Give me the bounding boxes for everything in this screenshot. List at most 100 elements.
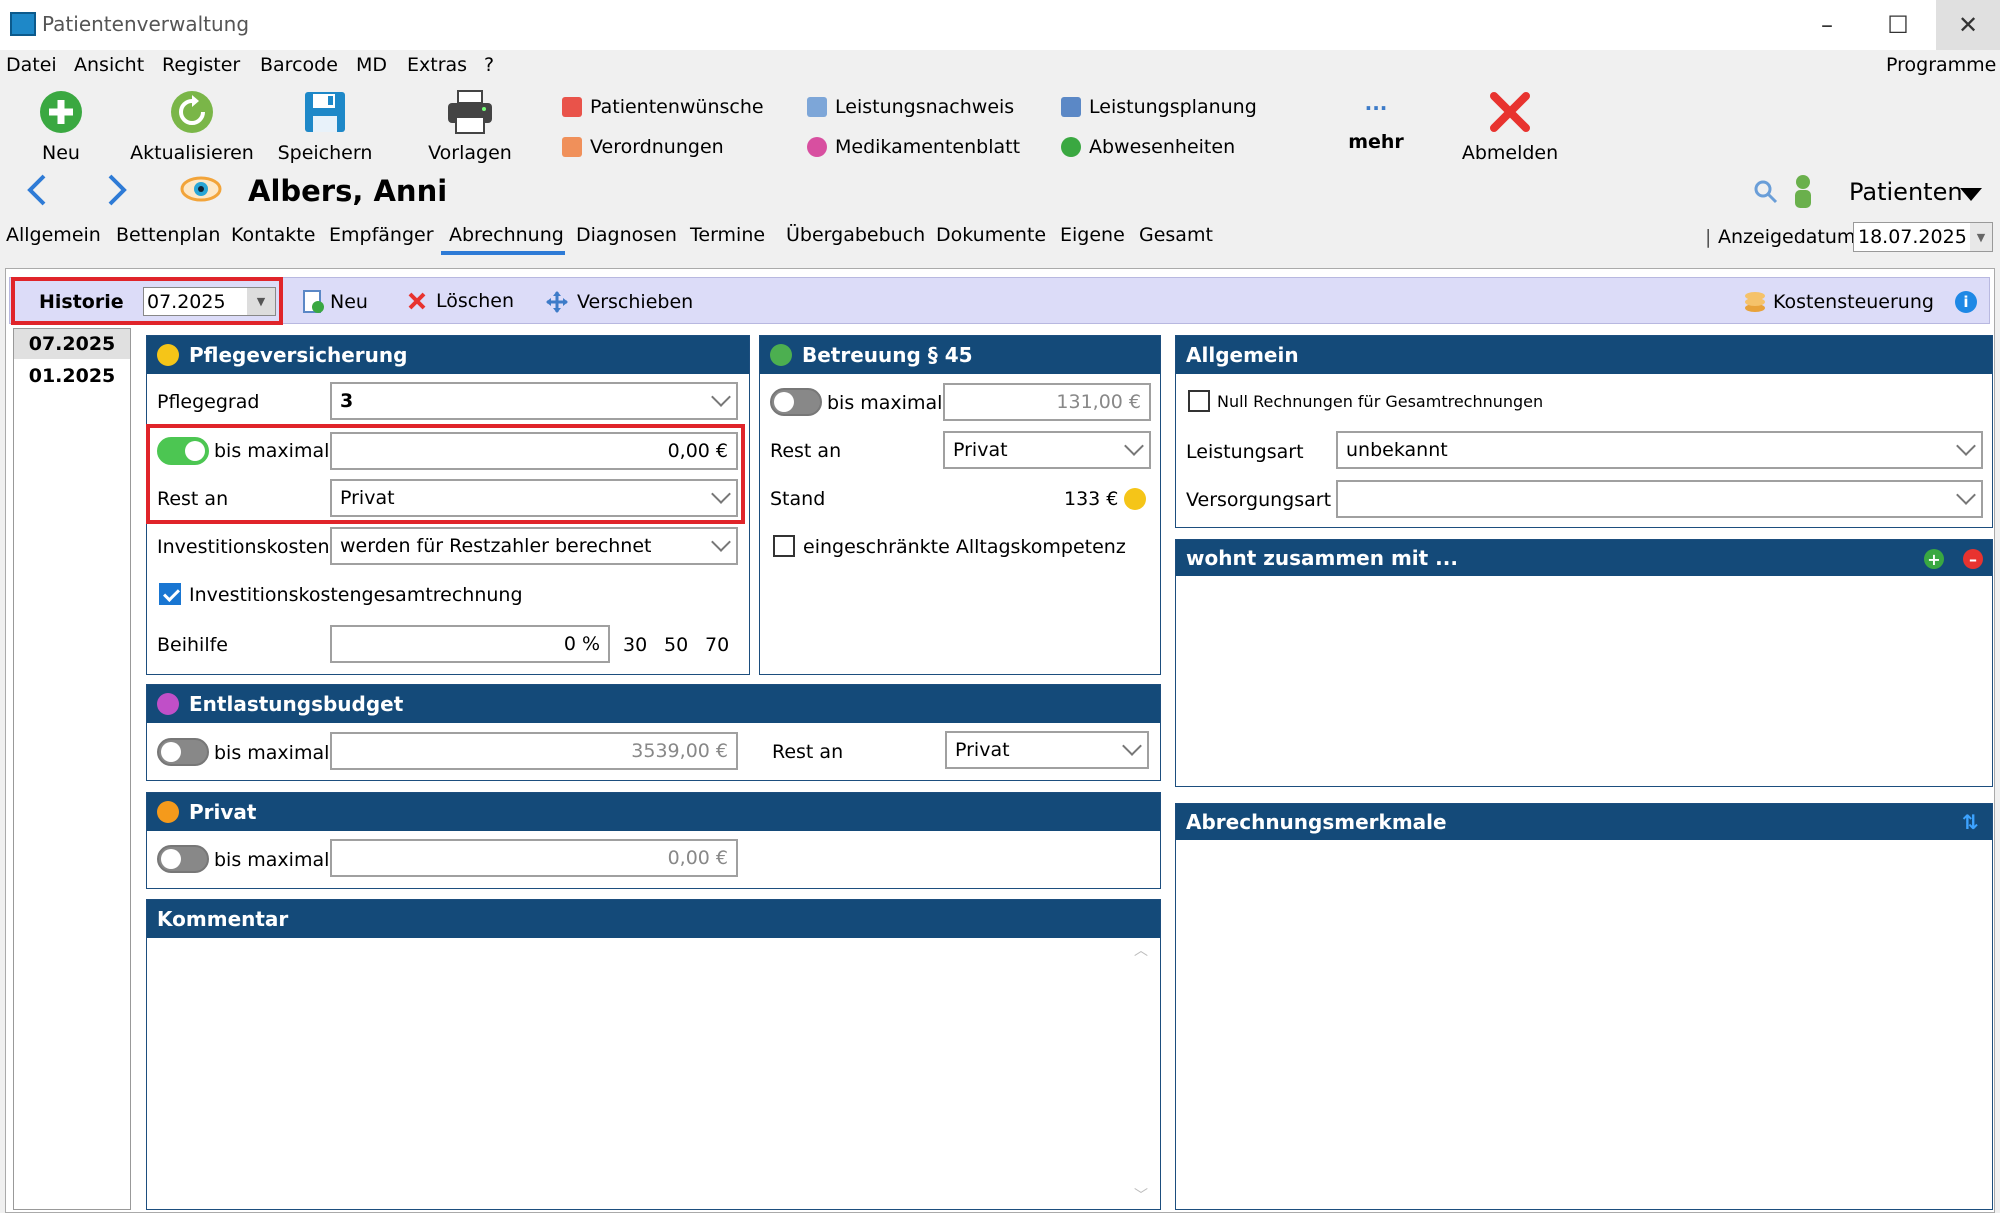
- null-invoices-checkbox[interactable]: [1188, 390, 1210, 412]
- service-planning-button[interactable]: Leistungsplanung: [1061, 96, 1257, 118]
- prescription-icon: [562, 137, 582, 157]
- patients-selector[interactable]: Patienten: [1849, 178, 1963, 206]
- history-dropdown-arrow-icon[interactable]: ▼: [247, 288, 275, 315]
- tab-eigene[interactable]: Eigene: [1060, 224, 1125, 246]
- entlastung-rest-value: Privat: [955, 739, 1010, 761]
- betreuung-max-toggle[interactable]: [770, 388, 822, 416]
- more-dots-icon[interactable]: ···: [1346, 96, 1406, 120]
- caret-down-icon[interactable]: [1960, 185, 1982, 207]
- logout-button[interactable]: Abmelden: [1460, 88, 1560, 164]
- tab-dokumente[interactable]: Dokumente: [936, 224, 1046, 246]
- tab-bettenplan[interactable]: Bettenplan: [116, 224, 220, 246]
- service-record-button[interactable]: Leistungsnachweis: [807, 96, 1014, 118]
- history-move-button[interactable]: Verschieben: [545, 290, 693, 314]
- pflege-title: Pflegeversicherung: [189, 343, 408, 367]
- forward-arrow-icon[interactable]: [104, 172, 132, 213]
- patient-wishes-label: Patientenwünsche: [590, 96, 764, 118]
- betreuung-max-input[interactable]: 131,00 €: [943, 383, 1151, 421]
- privat-max-toggle[interactable]: [157, 845, 209, 873]
- new-button[interactable]: Neu: [20, 88, 102, 164]
- absences-label: Abwesenheiten: [1089, 136, 1236, 158]
- remove-icon[interactable]: –: [1963, 549, 1983, 569]
- refresh-button[interactable]: Aktualisieren: [130, 88, 254, 164]
- privat-max-input[interactable]: 0,00 €: [330, 839, 738, 877]
- more-button[interactable]: mehr: [1346, 131, 1406, 153]
- maximize-button[interactable]: ☐: [1866, 0, 1930, 50]
- service-planning-label: Leistungsplanung: [1089, 96, 1257, 118]
- grid-icon: [807, 97, 827, 117]
- sort-arrows-icon[interactable]: ⇅: [1962, 810, 1979, 834]
- info-icon[interactable]: i: [1955, 291, 1977, 313]
- absences-button[interactable]: Abwesenheiten: [1061, 136, 1235, 158]
- entlastung-rest-select[interactable]: Privat: [945, 731, 1149, 769]
- tab-kontakte[interactable]: Kontakte: [231, 224, 315, 246]
- privat-max-label: bis maximal: [214, 849, 330, 871]
- limited-competence-checkbox[interactable]: [773, 535, 795, 557]
- menu-help[interactable]: ?: [484, 54, 494, 76]
- menu-md[interactable]: MD: [356, 54, 387, 76]
- menu-extras[interactable]: Extras: [407, 54, 467, 76]
- floppy-disk-icon: [301, 88, 349, 136]
- medication-sheet-button[interactable]: Medikamentenblatt: [807, 136, 1020, 158]
- history-new-button[interactable]: Neu: [302, 290, 368, 314]
- add-icon[interactable]: +: [1924, 549, 1944, 569]
- history-list-item[interactable]: 01.2025: [14, 361, 130, 391]
- betreuung-rest-select[interactable]: Privat: [943, 431, 1151, 469]
- menu-register[interactable]: Register: [162, 54, 240, 76]
- entlastung-max-toggle[interactable]: [157, 738, 209, 766]
- aid-preset-70[interactable]: 70: [705, 634, 729, 656]
- refresh-button-label: Aktualisieren: [130, 142, 254, 164]
- care-type-select[interactable]: [1336, 480, 1983, 518]
- history-select[interactable]: 07.2025 ▼: [143, 287, 276, 316]
- search-icon[interactable]: [1754, 180, 1778, 209]
- tab-gesamt[interactable]: Gesamt: [1139, 224, 1213, 246]
- service-record-label: Leistungsnachweis: [835, 96, 1015, 118]
- invest-value: werden für Restzahler berechnet: [340, 535, 652, 557]
- tab-empfaenger[interactable]: Empfänger: [329, 224, 434, 246]
- prescriptions-button[interactable]: Verordnungen: [562, 136, 724, 158]
- templates-button[interactable]: Vorlagen: [420, 88, 520, 164]
- service-type-select[interactable]: unbekannt: [1336, 431, 1983, 469]
- stand-value: 133 €: [1064, 488, 1119, 510]
- close-window-button[interactable]: ✕: [1936, 0, 2000, 50]
- entlastung-max-input[interactable]: 3539,00 €: [330, 732, 738, 770]
- comment-textarea[interactable]: [148, 938, 1159, 1208]
- save-button[interactable]: Speichern: [275, 88, 375, 164]
- menu-barcode[interactable]: Barcode: [260, 54, 338, 76]
- aid-input[interactable]: 0 %: [330, 625, 610, 663]
- back-arrow-icon[interactable]: [22, 172, 50, 213]
- pflegegrad-value: 3: [340, 390, 354, 412]
- history-new-label: Neu: [330, 291, 368, 313]
- aid-preset-50[interactable]: 50: [664, 634, 688, 656]
- minimize-button[interactable]: –: [1795, 0, 1859, 50]
- pill-icon: [807, 137, 827, 157]
- cost-control-button[interactable]: Kostensteuerung: [1743, 290, 1934, 314]
- date-dropdown-arrow-icon[interactable]: ▼: [1970, 223, 1992, 251]
- tab-diagnosen[interactable]: Diagnosen: [576, 224, 677, 246]
- cost-control-label: Kostensteuerung: [1773, 291, 1934, 313]
- invest-select[interactable]: werden für Restzahler berechnet: [330, 527, 738, 565]
- scroll-down-icon[interactable]: ﹀: [1134, 1185, 1148, 1205]
- history-delete-button[interactable]: Löschen: [406, 290, 514, 312]
- patient-wishes-button[interactable]: Patientenwünsche: [562, 96, 764, 118]
- scroll-up-icon[interactable]: ︿: [1134, 940, 1148, 960]
- active-tab-indicator: [441, 251, 565, 255]
- pflegegrad-select[interactable]: 3: [330, 382, 738, 420]
- tab-uebergabebuch[interactable]: Übergabebuch: [786, 224, 925, 246]
- tab-termine[interactable]: Termine: [690, 224, 765, 246]
- tab-abrechnung[interactable]: Abrechnung: [449, 224, 564, 246]
- display-date-field[interactable]: 18.07.2025 ▼: [1853, 222, 1993, 252]
- aid-preset-30[interactable]: 30: [623, 634, 647, 656]
- edit-pencil-icon[interactable]: [1124, 488, 1146, 510]
- tab-allgemein[interactable]: Allgemein: [6, 224, 101, 246]
- menu-ansicht[interactable]: Ansicht: [74, 54, 144, 76]
- invest-total-checkbox[interactable]: [159, 583, 181, 605]
- display-date-label: Anzeigedatum: [1718, 226, 1856, 248]
- menu-datei[interactable]: Datei: [6, 54, 57, 76]
- separator: |: [1705, 226, 1712, 248]
- person-icon[interactable]: [1792, 174, 1814, 213]
- history-list-item[interactable]: 07.2025: [14, 329, 130, 359]
- eye-icon[interactable]: [180, 172, 222, 211]
- privat-title: Privat: [189, 800, 257, 824]
- menu-programs[interactable]: Programme: [1886, 54, 1996, 76]
